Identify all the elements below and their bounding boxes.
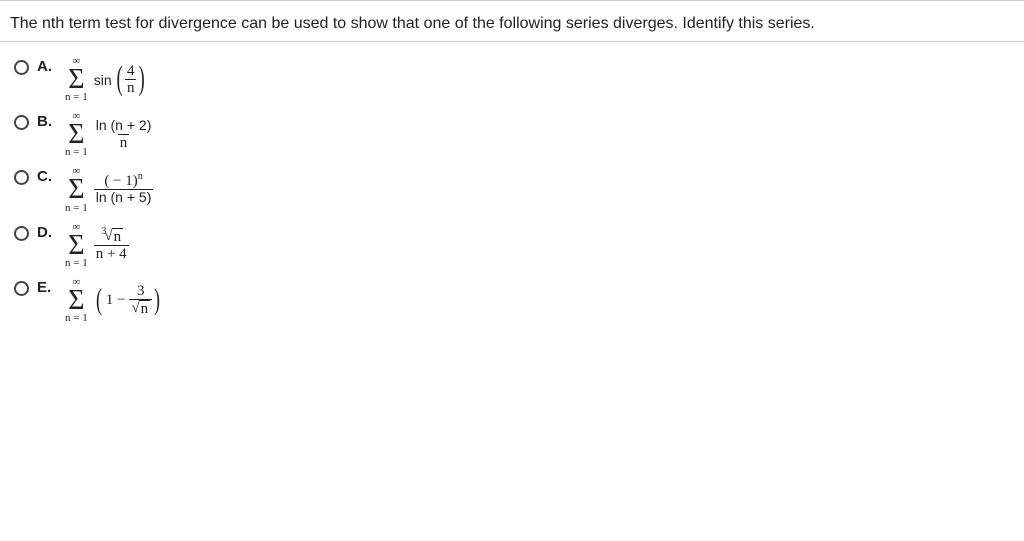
radio-B[interactable] (14, 115, 29, 130)
radio-C[interactable] (14, 170, 29, 185)
choice-letter: A. (29, 56, 65, 75)
sigma-bot: n = 1 (65, 147, 88, 158)
choice-B[interactable]: B. ∞ Σ n = 1 ln (n + 2) n (14, 111, 1024, 158)
choice-C[interactable]: C. ∞ Σ n = 1 ( − 1)n ln (n + 5) (14, 166, 1024, 213)
sigma: ∞ Σ n = 1 (65, 277, 88, 324)
sigma-symbol: Σ (68, 122, 84, 147)
num: 3 (135, 283, 147, 300)
choice-D[interactable]: D. ∞ Σ n = 1 3√n n + 4 (14, 222, 1024, 269)
den: n (125, 79, 137, 97)
num: ln (n + 2) (94, 118, 154, 135)
ln-label: ln (n + 2) (96, 117, 152, 133)
den: n (118, 134, 130, 152)
num: 3√n (97, 228, 125, 246)
frac-A: 4 n (125, 63, 137, 97)
sigma-symbol: Σ (68, 233, 84, 258)
sigma-symbol: Σ (68, 288, 84, 313)
expr-C: ∞ Σ n = 1 ( − 1)n ln (n + 5) (65, 166, 153, 213)
expr-B: ∞ Σ n = 1 ln (n + 2) n (65, 111, 153, 158)
frac-B: ln (n + 2) n (94, 118, 154, 152)
radio-A[interactable] (14, 60, 29, 75)
question-prompt: The nth term test for divergence can be … (0, 1, 1024, 41)
frac-D: 3√n n + 4 (94, 228, 129, 263)
choice-letter: C. (29, 166, 65, 185)
choice-letter: E. (29, 277, 65, 296)
sigma-symbol: Σ (68, 67, 84, 92)
frac-E: 3 √n (129, 283, 152, 318)
sqrt: √n (131, 300, 150, 318)
sigma: ∞ Σ n = 1 (65, 56, 88, 103)
choice-list: A. ∞ Σ n = 1 sin ( 4 n ) B. ∞ Σ n = 1 (0, 42, 1024, 352)
sigma: ∞ Σ n = 1 (65, 111, 88, 158)
radio-E[interactable] (14, 281, 29, 296)
sigma-bot: n = 1 (65, 92, 88, 103)
choice-A[interactable]: A. ∞ Σ n = 1 sin ( 4 n ) (14, 56, 1024, 103)
rparen: ) (139, 69, 145, 89)
sin-label: sin (94, 72, 112, 88)
lparen: ( (116, 69, 122, 89)
den: √n (129, 299, 152, 318)
radio-D[interactable] (14, 226, 29, 241)
one-minus: 1 − (106, 292, 126, 309)
ln-label: ln (n + 5) (96, 189, 152, 205)
root-body: n (112, 228, 124, 246)
sigma-bot: n = 1 (65, 258, 88, 269)
den: ln (n + 5) (94, 189, 154, 207)
root-index: 3 (101, 226, 106, 237)
expr-D: ∞ Σ n = 1 3√n n + 4 (65, 222, 129, 269)
sqrt: √n (104, 228, 123, 246)
den: n + 4 (94, 245, 129, 263)
choice-letter: D. (29, 222, 65, 241)
sigma-symbol: Σ (68, 177, 84, 202)
sigma: ∞ Σ n = 1 (65, 166, 88, 213)
frac-C: ( − 1)n ln (n + 5) (94, 173, 154, 207)
choice-letter: B. (29, 111, 65, 130)
expr-A: ∞ Σ n = 1 sin ( 4 n ) (65, 56, 148, 103)
neg-one: ( − 1) (104, 173, 137, 189)
rparen: ) (154, 291, 160, 309)
expr-E: ∞ Σ n = 1 ( 1 − 3 √n ) (65, 277, 162, 324)
root-body: n (139, 300, 151, 318)
sigma: ∞ Σ n = 1 (65, 222, 88, 269)
sup-n: n (138, 171, 143, 182)
sigma-bot: n = 1 (65, 313, 88, 324)
num: ( − 1)n (102, 173, 144, 190)
num: 4 (125, 63, 137, 80)
choice-E[interactable]: E. ∞ Σ n = 1 ( 1 − 3 √n ) (14, 277, 1024, 324)
lparen: ( (96, 291, 102, 309)
sigma-bot: n = 1 (65, 203, 88, 214)
